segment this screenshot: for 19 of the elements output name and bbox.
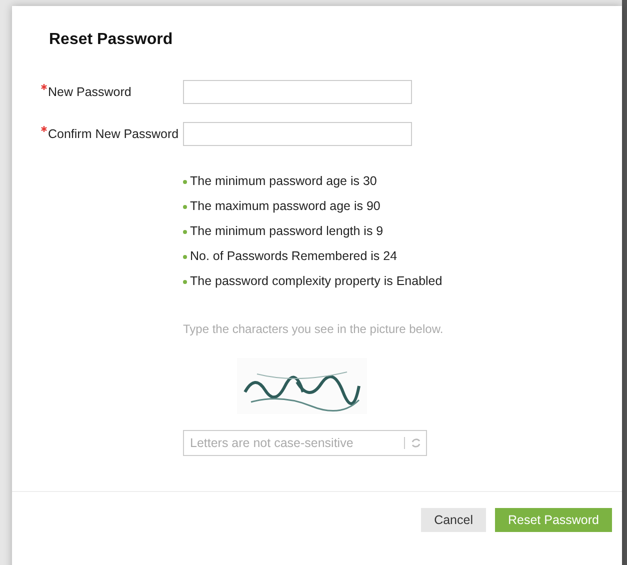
refresh-icon[interactable]: [410, 437, 422, 449]
input-field[interactable]: [183, 122, 412, 146]
field-label: Confirm New Password: [48, 126, 179, 143]
rule-text: The minimum password length is 9: [190, 223, 384, 240]
bullet-icon: [183, 230, 187, 234]
captcha-field[interactable]: Letters are not case-sensitive: [183, 430, 427, 456]
field-label: New Password: [48, 84, 132, 101]
rule-text: The minimum password age is 30: [190, 173, 377, 190]
rule-text: The maximum password age is 90: [190, 198, 380, 216]
rule-text: The password complexity property is Enabled: [190, 273, 442, 290]
cancel-button[interactable]: Cancel: [421, 508, 486, 532]
bullet-icon: [183, 254, 187, 258]
captcha-instruction: Type the characters you see in the picture below.: [183, 321, 444, 338]
rule-text: No. of Passwords Remembered is 24: [190, 248, 398, 266]
bullet-icon: [183, 280, 187, 284]
input-field[interactable]: [183, 80, 412, 104]
bullet-icon: [183, 180, 187, 184]
bullet-icon: [183, 204, 187, 208]
dialog-title: Reset Password: [49, 30, 173, 50]
